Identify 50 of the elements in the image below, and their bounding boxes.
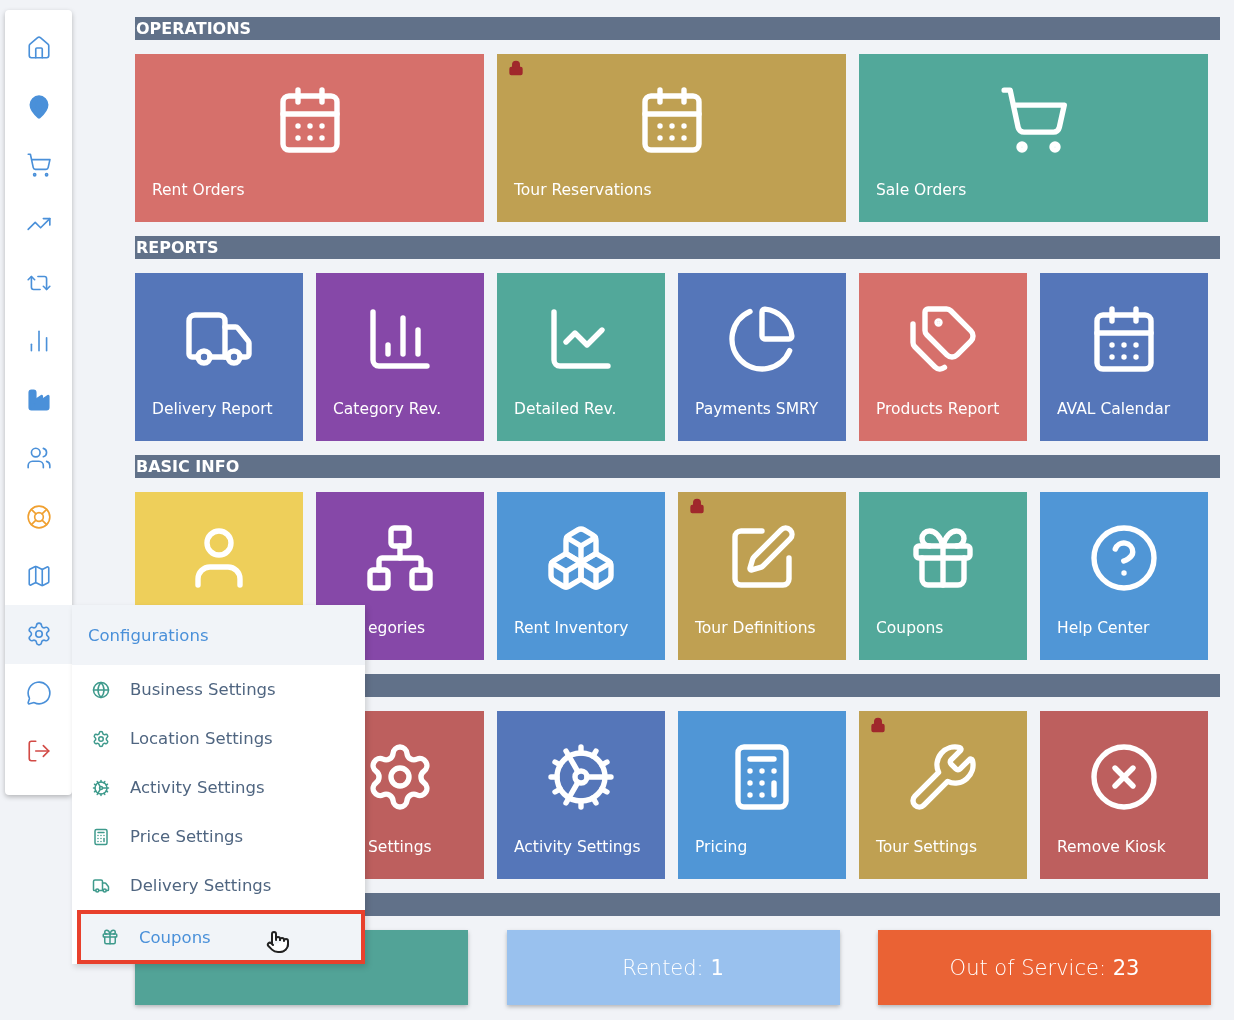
dashboard-tile[interactable]: egories — [316, 492, 484, 660]
dashboard-tile[interactable]: Delivery Report — [135, 273, 303, 441]
dashboard-tile[interactable]: Rent Orders — [135, 54, 484, 222]
hand-cursor-icon — [266, 930, 290, 954]
dashboard-tile[interactable]: Payments SMRY — [678, 273, 846, 441]
chat-icon[interactable] — [25, 679, 52, 706]
stat-card: Rented: 1 — [506, 930, 840, 1005]
dashboard-tile[interactable]: Rent Inventory — [497, 492, 665, 660]
section-header: OPERATIONS — [135, 17, 1220, 40]
factory-icon[interactable] — [25, 386, 52, 413]
calculator-icon — [92, 827, 110, 846]
hierarchy-icon — [364, 522, 436, 594]
tags-icon — [907, 303, 979, 375]
dashboard-tile[interactable]: AVAL Calendar — [1040, 273, 1208, 441]
settings-icon[interactable] — [25, 621, 52, 648]
dashboard-tile[interactable]: Activity Settings — [497, 711, 665, 879]
dashboard-tile[interactable]: Detailed Rev. — [497, 273, 665, 441]
dashboard-tile[interactable]: Tour Definitions — [678, 492, 846, 660]
dashboard-tile[interactable]: Tour Reservations — [497, 54, 846, 222]
dashboard-tile[interactable]: Sale Orders — [859, 54, 1208, 222]
menu-item[interactable]: Delivery Settings — [72, 861, 365, 910]
section-header: BASIC INFO — [135, 455, 1220, 478]
menu-item[interactable]: Business Settings — [72, 665, 365, 714]
close-icon — [1088, 741, 1160, 813]
dashboard-tile[interactable]: Coupons — [859, 492, 1027, 660]
lifebuoy-icon[interactable] — [25, 504, 52, 531]
cart-icon[interactable] — [25, 152, 52, 179]
dashboard-tile[interactable]: Tour Settings — [859, 711, 1027, 879]
dashboard-tile[interactable]: Help Center — [1040, 492, 1208, 660]
menu-item[interactable]: Coupons — [77, 910, 365, 964]
truck-icon — [92, 876, 110, 895]
section-header: REPORTS — [135, 236, 1220, 259]
home-icon[interactable] — [25, 35, 52, 62]
wrench-icon — [907, 741, 979, 813]
dashboard-tile[interactable]: Products Report — [859, 273, 1027, 441]
menu-item[interactable]: Price Settings — [72, 812, 365, 861]
menu-item[interactable]: Activity Settings — [72, 763, 365, 812]
menu-title: Configurations — [72, 605, 365, 665]
help-icon — [1088, 522, 1160, 594]
dashboard-tile[interactable]: Pricing — [678, 711, 846, 879]
globe-icon — [92, 680, 110, 699]
logout-icon[interactable] — [25, 738, 52, 765]
settings-icon — [92, 729, 110, 748]
dashboard-tile[interactable]: Category Rev. — [316, 273, 484, 441]
dashboard-tile[interactable]: Remove Kiosk — [1040, 711, 1208, 879]
menu-item[interactable]: Location Settings — [72, 714, 365, 763]
gift-icon — [101, 928, 119, 946]
stat-card: Out of Service: 23 — [878, 930, 1211, 1005]
pie-chart-icon — [726, 303, 798, 375]
users-icon[interactable] — [25, 445, 52, 472]
